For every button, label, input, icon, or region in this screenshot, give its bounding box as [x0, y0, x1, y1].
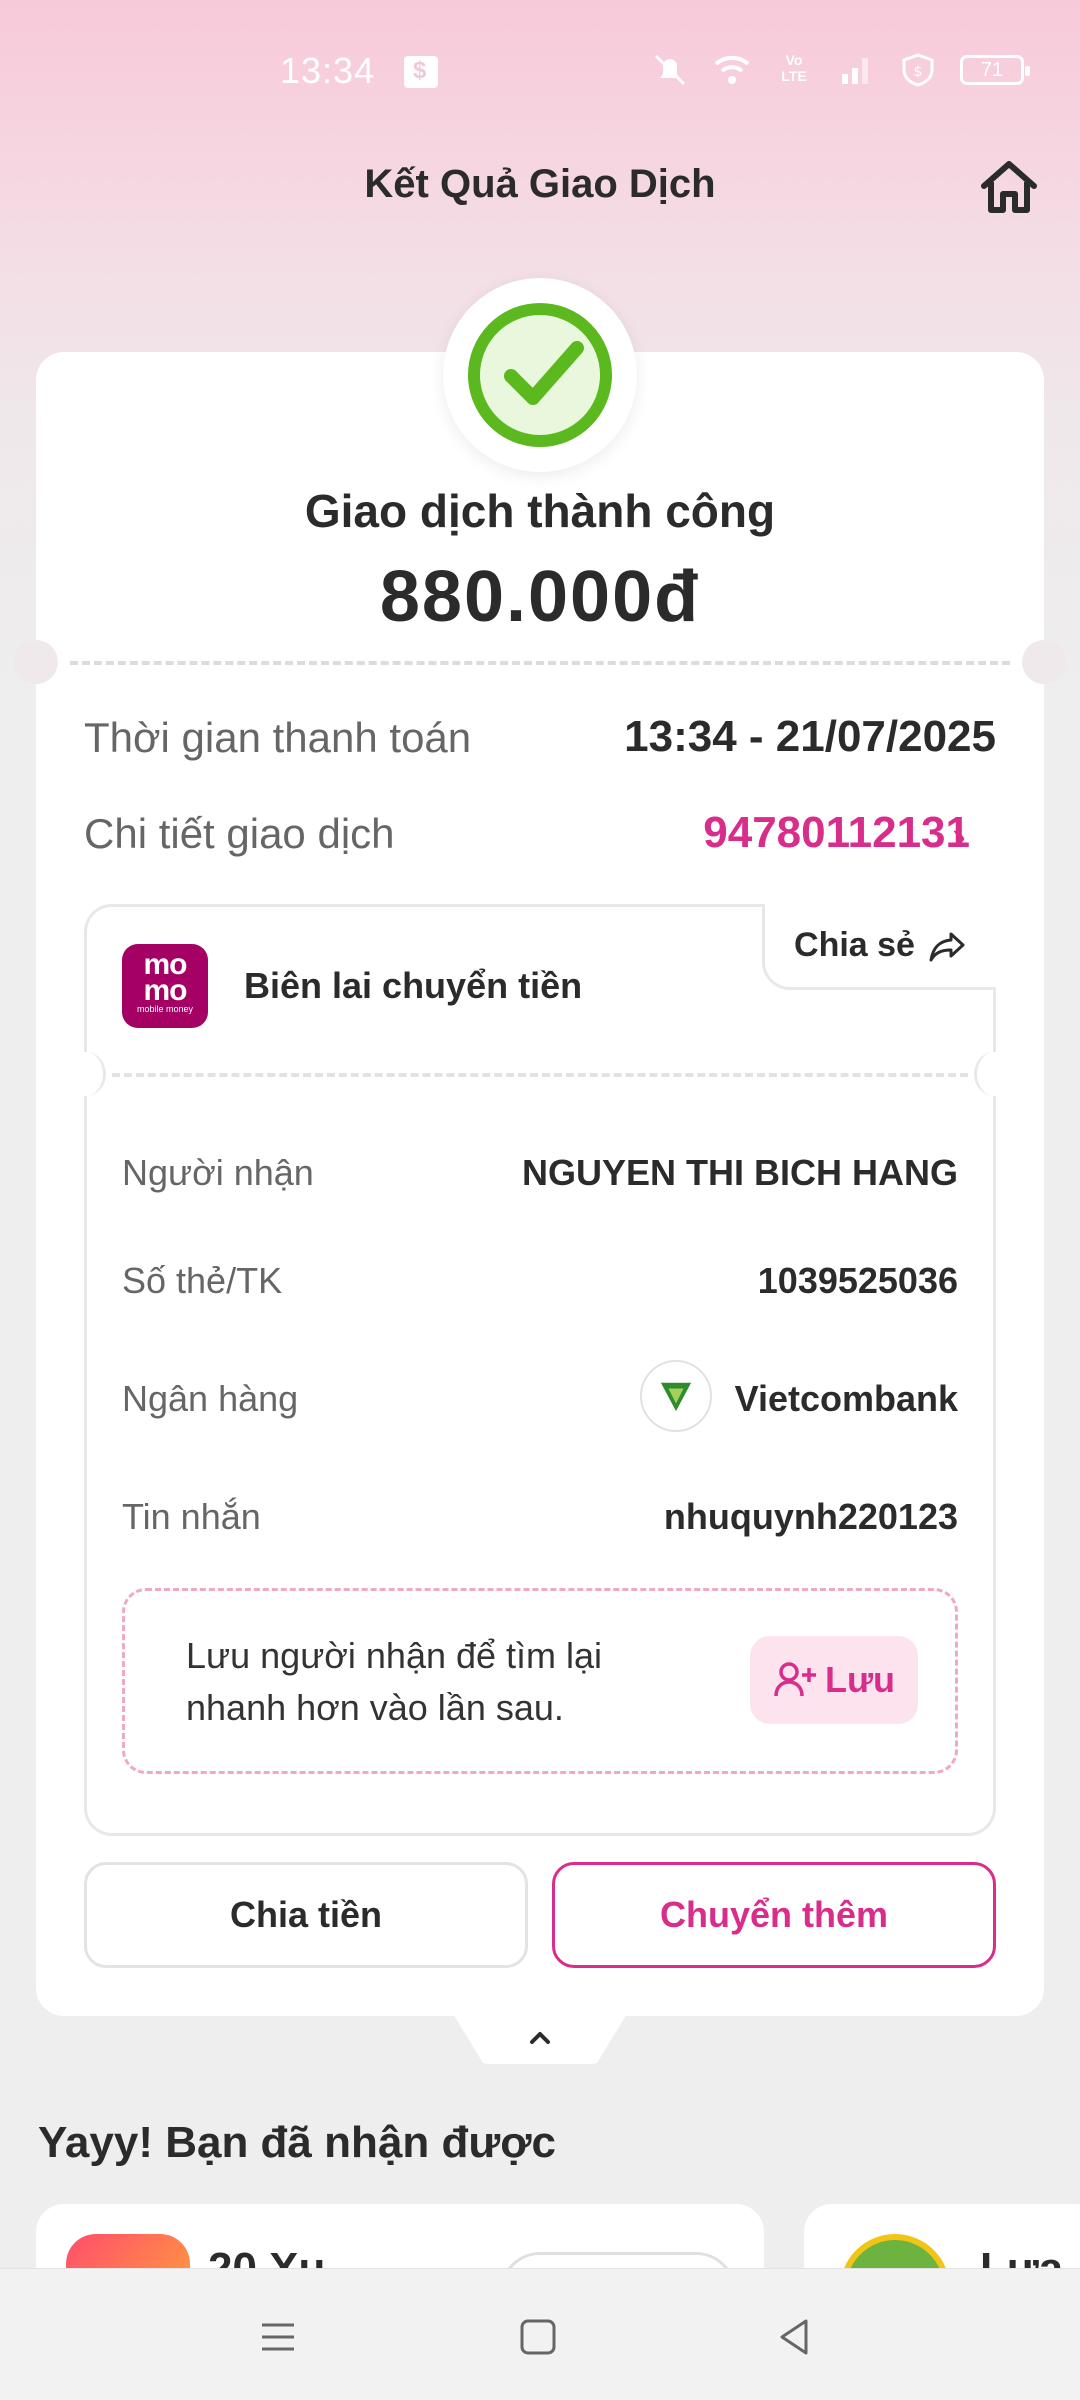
signal-icon: [842, 58, 868, 84]
account-label: Số thẻ/TK: [122, 1260, 283, 1301]
chevron-up-icon[interactable]: [524, 2024, 556, 2048]
add-user-icon: [774, 1662, 816, 1697]
card-notch-right: [1022, 640, 1066, 684]
status-bar: 13:34 Vo LTE $ 71: [0, 0, 1080, 140]
mute-icon: [654, 54, 686, 86]
message-value: nhuquynh220123: [663, 1496, 958, 1537]
save-recipient-text: Lưu người nhận để tìm lại nhanh hơn vào …: [186, 1635, 603, 1728]
receipt-notch-right: [974, 1052, 1014, 1096]
success-check-icon: [468, 303, 612, 447]
transaction-amount: 880.000đ: [379, 557, 701, 637]
payment-time-label: Thời gian thanh toán: [84, 714, 472, 761]
transaction-id-link[interactable]: 94780112131: [703, 808, 970, 858]
vietcombank-logo-icon: [640, 1360, 712, 1432]
status-time: 13:34: [280, 50, 376, 91]
momo-logo-text: mo mo: [143, 948, 188, 1007]
back-icon[interactable]: [770, 2313, 818, 2361]
shopping-bag-icon: [404, 56, 438, 88]
success-title: Giao dịch thành công: [304, 485, 776, 537]
receipt-title: Biên lai chuyển tiền: [244, 965, 583, 1006]
bank-label: Ngân hàng: [122, 1378, 299, 1419]
receipt-divider: [112, 1073, 968, 1077]
momo-logo: mo mo mobile money: [122, 944, 208, 1028]
share-icon: [929, 932, 965, 961]
recipient-value: NGUYEN THI BICH HANG: [521, 1152, 958, 1193]
wifi-icon: [714, 55, 750, 84]
svg-text:$: $: [914, 64, 923, 80]
home-icon[interactable]: [974, 152, 1044, 222]
menu-icon[interactable]: [254, 2313, 302, 2361]
battery-icon: 71: [960, 55, 1030, 85]
transaction-detail-label: Chi tiết giao dịch: [84, 810, 395, 857]
payment-time-value: 13:34 - 21/07/2025: [624, 712, 996, 761]
card-notch-left: [14, 640, 58, 684]
system-nav-bar: [0, 2268, 1080, 2400]
account-value: 1039525036: [757, 1260, 958, 1301]
page-title: Kết Quả Giao Dịch: [364, 162, 716, 206]
split-money-button[interactable]: Chia tiền: [84, 1862, 528, 1968]
message-label: Tin nhắn: [122, 1496, 261, 1537]
volte-icon: Vo LTE: [781, 52, 807, 84]
share-label: Chia sẻ: [794, 926, 915, 964]
bank-value: Vietcombank: [734, 1378, 958, 1419]
shield-icon: $: [902, 53, 934, 87]
share-button[interactable]: Chia sẻ: [762, 904, 996, 990]
save-recipient-button[interactable]: Lưu: [750, 1636, 918, 1724]
transfer-more-button[interactable]: Chuyển thêm: [552, 1862, 996, 1968]
receipt-notch-left: [66, 1052, 106, 1096]
card-divider: [70, 661, 1010, 665]
status-icons: Vo LTE $ 71: [650, 52, 1030, 88]
save-button-label: Lưu: [824, 1659, 896, 1700]
momo-logo-subtext: mobile money: [136, 1004, 194, 1014]
success-badge: [443, 278, 637, 472]
home-square-icon[interactable]: [514, 2313, 562, 2361]
chevron-right-icon[interactable]: ›: [952, 812, 966, 860]
recipient-label: Người nhận: [122, 1152, 314, 1193]
rewards-title: Yayy! Bạn đã nhận được: [38, 2118, 556, 2167]
